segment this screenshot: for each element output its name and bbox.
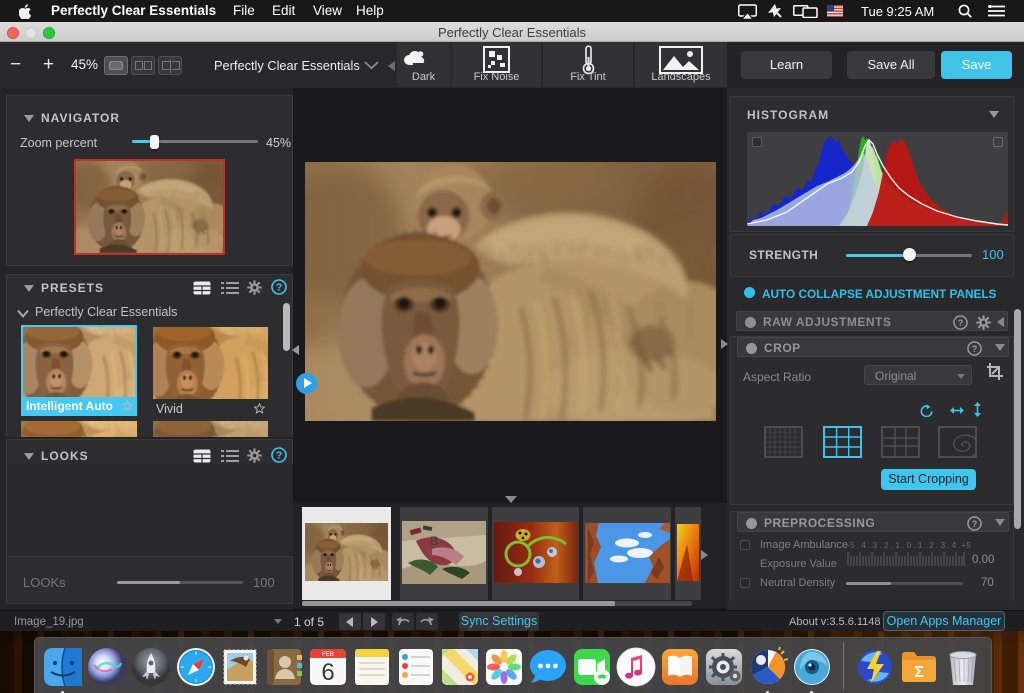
svg-text:FEB: FEB: [322, 652, 334, 658]
svg-text:?: ?: [972, 518, 978, 528]
svg-text:Σ: Σ: [914, 664, 924, 681]
svg-text:B: B: [430, 534, 439, 548]
svg-text:6: 6: [321, 659, 334, 686]
svg-text:?: ?: [972, 343, 978, 353]
svg-text:?: ?: [958, 317, 964, 327]
